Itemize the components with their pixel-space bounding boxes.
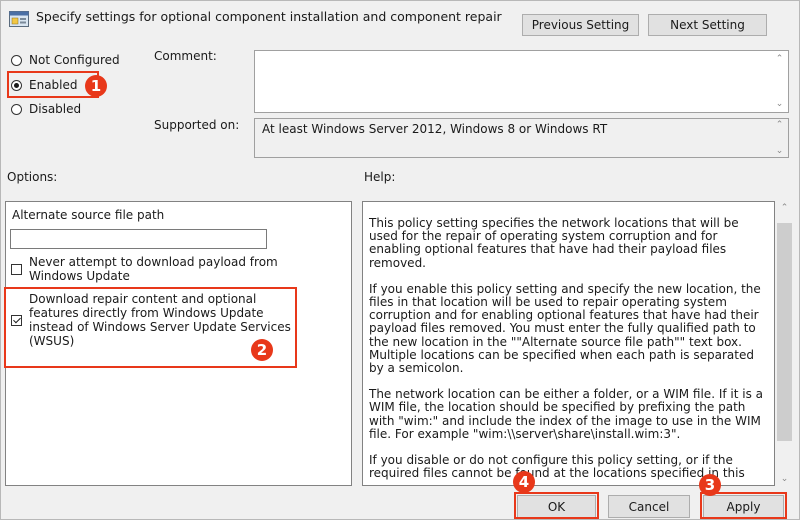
- step-badge-2: 2: [251, 339, 273, 361]
- options-heading: Options:: [7, 170, 58, 184]
- help-scrollbar[interactable]: ⌃ ⌄: [776, 201, 793, 486]
- next-setting-button[interactable]: Next Setting: [648, 14, 767, 36]
- help-paragraph: If you enable this policy setting and sp…: [369, 281, 761, 376]
- highlight-ok: [514, 492, 599, 519]
- scroll-down-icon[interactable]: ⌄: [771, 146, 788, 156]
- alternate-path-input[interactable]: [10, 229, 267, 249]
- radio-disabled-label: Disabled: [29, 102, 82, 116]
- radio-not-configured-label: Not Configured: [29, 53, 120, 67]
- never-download-checkbox[interactable]: [11, 264, 22, 275]
- previous-setting-button[interactable]: Previous Setting: [522, 14, 639, 36]
- help-text: This policy setting specifies the networ…: [369, 216, 769, 485]
- comment-textarea[interactable]: ⌃ ⌄: [254, 50, 789, 113]
- scroll-up-icon[interactable]: ⌃: [771, 54, 788, 64]
- step-badge-1: 1: [85, 75, 107, 97]
- scroll-down-icon[interactable]: ⌄: [776, 474, 793, 484]
- highlight-apply: [700, 492, 787, 519]
- alternate-path-label: Alternate source file path: [12, 208, 165, 222]
- dialog-title: Specify settings for optional component …: [36, 9, 502, 24]
- policy-settings-icon: [9, 11, 29, 27]
- help-paragraph: This policy setting specifies the networ…: [369, 216, 739, 270]
- help-paragraph: The network location can be either a fol…: [369, 387, 764, 441]
- help-scrollbar-thumb[interactable]: [777, 223, 792, 441]
- cancel-button[interactable]: Cancel: [608, 495, 690, 518]
- supported-on-label: Supported on:: [154, 118, 240, 132]
- help-panel: This policy setting specifies the networ…: [362, 201, 775, 486]
- radio-disabled[interactable]: Disabled: [11, 102, 81, 116]
- supported-scrollbar[interactable]: ⌃ ⌄: [771, 119, 788, 157]
- radio-not-configured-circle[interactable]: [11, 54, 22, 66]
- comment-scrollbar[interactable]: ⌃ ⌄: [771, 51, 788, 112]
- supported-on-box: At least Windows Server 2012, Windows 8 …: [254, 118, 789, 158]
- radio-disabled-circle[interactable]: [11, 103, 22, 115]
- never-download-label: Never attempt to download payload from W…: [29, 255, 278, 283]
- scroll-down-icon[interactable]: ⌄: [771, 99, 788, 109]
- help-heading: Help:: [364, 170, 396, 184]
- scroll-up-icon[interactable]: ⌃: [776, 203, 793, 213]
- radio-not-configured[interactable]: Not Configured: [11, 53, 120, 67]
- supported-on-value: At least Windows Server 2012, Windows 8 …: [262, 122, 608, 136]
- comment-label: Comment:: [154, 49, 217, 63]
- step-badge-3: 3: [699, 474, 721, 496]
- scroll-up-icon[interactable]: ⌃: [771, 120, 788, 130]
- step-badge-4: 4: [513, 471, 535, 493]
